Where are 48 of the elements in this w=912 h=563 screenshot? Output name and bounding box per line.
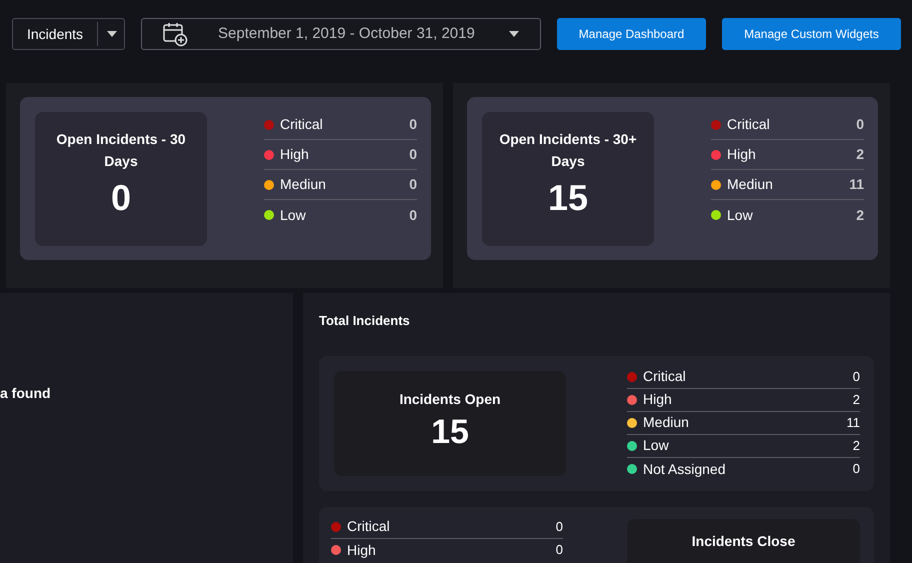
severity-count: 0: [852, 460, 860, 478]
severity-label: High: [727, 145, 756, 164]
severity-count: 11: [849, 175, 864, 194]
severity-count: 0: [852, 368, 860, 386]
severity-count: 0: [409, 175, 417, 194]
severity-count: 0: [409, 206, 417, 224]
caret-icon: [508, 30, 520, 38]
toolbar-button[interactable]: Manage Custom Widgets: [722, 18, 901, 50]
module-select-value: Incidents: [26, 24, 84, 44]
tile-title: Incidents Open: [399, 390, 501, 409]
severity-label: High: [347, 540, 376, 560]
severity-label: Mediun: [280, 175, 326, 194]
caret-icon: [106, 30, 118, 38]
severity-count: 0: [409, 145, 417, 164]
tile-title: Open Incidents - 30 Days: [55, 130, 187, 171]
severity-label: Low: [643, 436, 669, 455]
severity-count: 2: [852, 390, 860, 409]
module-select[interactable]: Incidents: [12, 18, 125, 50]
severity-label: Critical: [727, 115, 770, 134]
toolbar-button[interactable]: Manage Dashboard: [557, 18, 706, 50]
severity-label: Critical: [280, 115, 323, 134]
severity-label: Critical: [347, 517, 390, 536]
panel-title: Total Incidents: [319, 312, 411, 330]
severity-label: Low: [280, 206, 306, 224]
severity-label: High: [280, 145, 309, 164]
calendar-plus-icon: [162, 21, 188, 47]
severity-label: Not Assigned: [643, 460, 726, 479]
tile-count: 15: [431, 412, 469, 452]
severity-count: 0: [856, 115, 864, 134]
severity-count: 0: [409, 115, 417, 134]
severity-count: 0: [556, 541, 563, 560]
severity-label: Mediun: [643, 413, 689, 432]
severity-count: 11: [846, 414, 860, 432]
severity-label: Low: [727, 206, 753, 224]
severity-count: 2: [852, 436, 860, 455]
severity-count: 2: [856, 145, 864, 164]
date-range-picker[interactable]: September 1, 2019 - October 31, 2019: [141, 18, 541, 50]
severity-label: Mediun: [727, 175, 773, 194]
tile-count: 0: [110, 176, 132, 220]
severity-label: High: [643, 390, 672, 409]
tile-title: Incidents Close: [692, 532, 796, 550]
tile-title: Open Incidents - 30+ Days: [498, 130, 638, 171]
severity-label: Critical: [643, 367, 686, 386]
date-range-value: September 1, 2019 - October 31, 2019: [218, 24, 475, 44]
tile-count: 15: [548, 176, 588, 220]
severity-count: 2: [856, 206, 864, 224]
empty-message: a found: [0, 385, 51, 401]
severity-count: 0: [556, 518, 563, 536]
